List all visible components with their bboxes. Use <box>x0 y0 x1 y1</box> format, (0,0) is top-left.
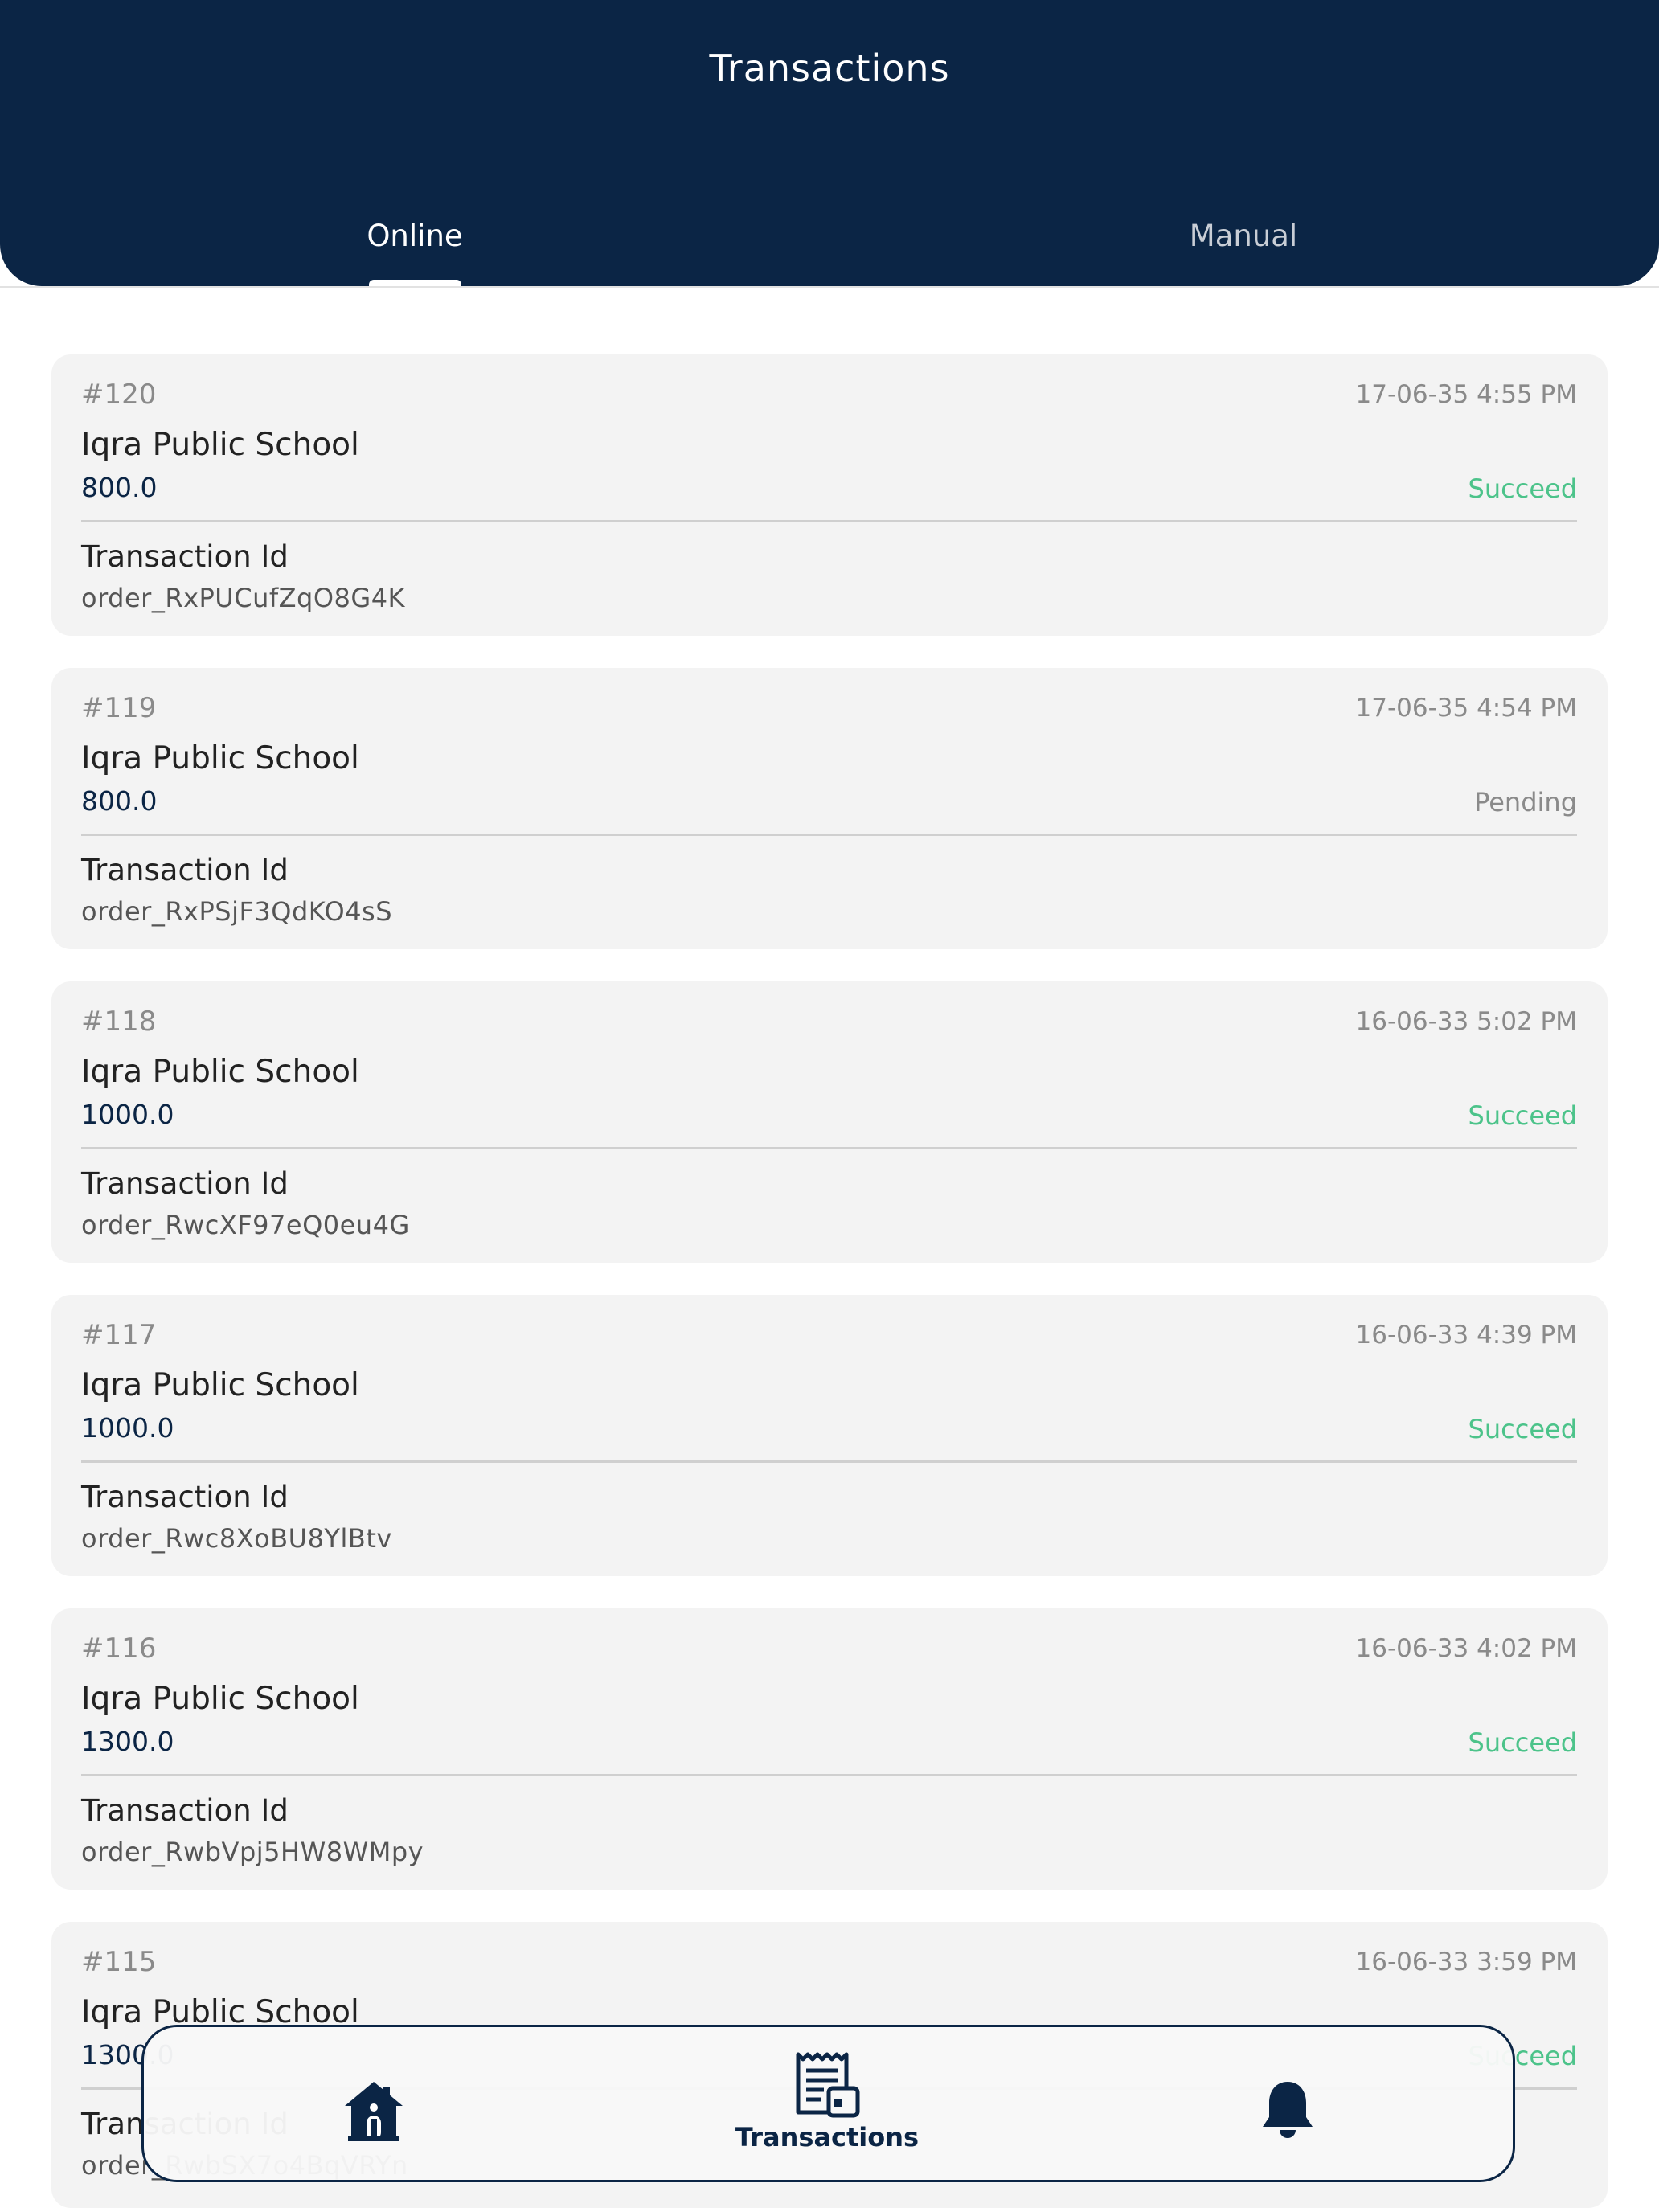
transaction-amount: 1000.0 <box>81 1412 174 1444</box>
transaction-id: order_RwcXF97eQ0eu4G <box>81 1210 410 1240</box>
transaction-id-label: Transaction Id <box>81 1793 289 1828</box>
transaction-id: order_RwbVpj5HW8WMpy <box>81 1837 424 1867</box>
transaction-card[interactable]: #120 17-06-35 4:55 PM Iqra Public School… <box>51 354 1608 636</box>
transaction-id-label: Transaction Id <box>81 853 289 887</box>
school-name: Iqra Public School <box>81 1367 359 1403</box>
card-divider <box>81 520 1577 522</box>
tab-manual[interactable]: Manual <box>1083 219 1404 253</box>
transaction-number: #116 <box>81 1632 157 1665</box>
transaction-number: #120 <box>81 379 157 411</box>
status-badge: Succeed <box>1468 1727 1577 1758</box>
transaction-datetime: 16-06-33 4:02 PM <box>1355 1634 1577 1663</box>
transaction-number: #119 <box>81 692 157 724</box>
transaction-id-label: Transaction Id <box>81 1166 289 1201</box>
school-name: Iqra Public School <box>81 1681 359 1717</box>
status-badge: Pending <box>1474 787 1577 817</box>
transaction-datetime: 17-06-35 4:54 PM <box>1355 694 1577 723</box>
nav-notifications[interactable] <box>1260 2079 1316 2140</box>
transaction-amount: 1000.0 <box>81 1099 174 1130</box>
status-badge: Succeed <box>1468 473 1577 504</box>
status-badge: Succeed <box>1468 1100 1577 1131</box>
transaction-card[interactable]: #119 17-06-35 4:54 PM Iqra Public School… <box>51 668 1608 949</box>
home-icon <box>345 2082 403 2141</box>
transaction-amount: 800.0 <box>81 472 158 503</box>
bell-icon <box>1263 2082 1313 2138</box>
transaction-card[interactable]: #118 16-06-33 5:02 PM Iqra Public School… <box>51 981 1608 1263</box>
transaction-datetime: 17-06-35 4:55 PM <box>1355 380 1577 409</box>
bottom-navigation: Transactions <box>141 2025 1515 2182</box>
transaction-datetime: 16-06-33 4:39 PM <box>1355 1321 1577 1350</box>
transaction-number: #115 <box>81 1946 157 1978</box>
app-header: Transactions Online Manual <box>0 0 1659 286</box>
card-divider <box>81 1460 1577 1463</box>
transaction-id: order_RxPSjF3QdKO4sS <box>81 896 393 927</box>
transaction-id-label: Transaction Id <box>81 539 289 574</box>
transaction-amount: 800.0 <box>81 785 158 817</box>
transaction-number: #117 <box>81 1319 157 1351</box>
transaction-datetime: 16-06-33 3:59 PM <box>1355 1948 1577 1976</box>
status-badge: Succeed <box>1468 1414 1577 1444</box>
transaction-amount: 1300.0 <box>81 1726 174 1757</box>
transaction-id: order_Rwc8XoBU8YlBtv <box>81 1523 392 1554</box>
school-name: Iqra Public School <box>81 740 359 776</box>
nav-home[interactable] <box>342 2079 406 2143</box>
receipt-icon <box>796 2052 860 2118</box>
transaction-number: #118 <box>81 1006 157 1038</box>
active-tab-indicator <box>369 280 461 286</box>
transaction-datetime: 16-06-33 5:02 PM <box>1355 1007 1577 1036</box>
tab-online[interactable]: Online <box>254 219 576 253</box>
transaction-card[interactable]: #116 16-06-33 4:02 PM Iqra Public School… <box>51 1608 1608 1890</box>
transaction-id-label: Transaction Id <box>81 1480 289 1514</box>
header-divider <box>0 286 1659 288</box>
card-divider <box>81 1147 1577 1149</box>
school-name: Iqra Public School <box>81 427 359 463</box>
nav-transactions-label: Transactions <box>735 2122 920 2153</box>
card-divider <box>81 1774 1577 1776</box>
page-title: Transactions <box>709 47 950 90</box>
nav-transactions[interactable]: Transactions <box>723 2051 932 2164</box>
transaction-id: order_RxPUCufZqO8G4K <box>81 583 406 613</box>
card-divider <box>81 834 1577 836</box>
school-name: Iqra Public School <box>81 1054 359 1090</box>
transaction-card[interactable]: #117 16-06-33 4:39 PM Iqra Public School… <box>51 1295 1608 1576</box>
